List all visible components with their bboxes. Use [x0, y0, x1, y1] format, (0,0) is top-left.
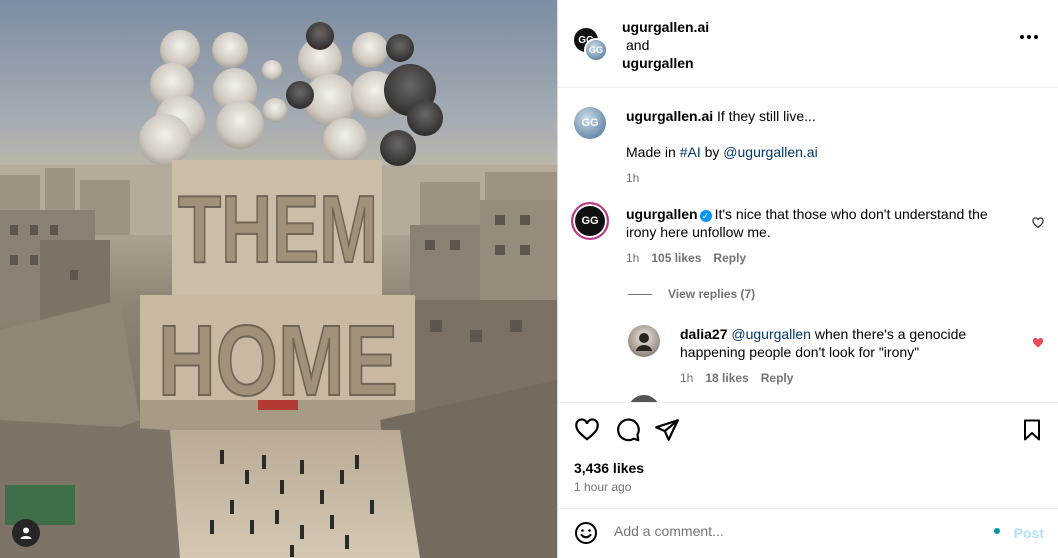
view-replies-label: View replies (7)	[668, 287, 756, 301]
reply-button[interactable]: Reply	[713, 249, 746, 267]
avatar-initials: GG	[581, 117, 599, 129]
conjunction: and	[626, 37, 650, 53]
comment-meta: 1h 18 likes Reply	[680, 369, 980, 387]
timestamp[interactable]: 1h	[680, 369, 693, 387]
person-icon	[20, 527, 32, 539]
post-comment-button[interactable]: Post	[1014, 525, 1044, 541]
like-heart-icon[interactable]	[574, 417, 600, 443]
mention-link[interactable]: @ugurgallen	[731, 326, 811, 342]
comment-likes[interactable]: 18 likes	[705, 369, 748, 387]
overlay-text-top: THEM	[178, 176, 378, 283]
comment-bubble-icon[interactable]	[615, 417, 641, 443]
caption-meta: 1h	[626, 169, 996, 187]
view-replies-button[interactable]: View replies (7)	[628, 287, 755, 301]
reply-comment: dalia27 @ugurgallen when there's a genoc…	[628, 325, 1044, 385]
add-comment-bar: Post	[558, 508, 1058, 558]
likes-count[interactable]: 3,436 likes	[574, 460, 644, 476]
post-header: GG GG ugurgallen.ai and ugurgallen	[558, 0, 1058, 88]
more-options-button[interactable]	[1020, 35, 1038, 39]
avatar[interactable]: GG	[574, 107, 606, 139]
status-dot-icon	[994, 528, 1000, 534]
mention-link[interactable]: @ugurgallen.ai	[723, 144, 817, 160]
username-link[interactable]: dalia27	[680, 326, 727, 342]
caption-body: ugurgallen.ai If they still live... Made…	[626, 107, 996, 187]
comment: GG ugurgallen ✓ It's nice that those who d…	[571, 202, 1044, 275]
caption: GG ugurgallen.ai If they still live... M…	[574, 107, 1044, 187]
post-details-panel: GG GG ugurgallen.ai and ugurgallen GG ug…	[557, 0, 1058, 558]
share-paper-plane-icon[interactable]	[654, 417, 680, 443]
caption-text: by	[704, 144, 720, 160]
caption-text: If they still live...	[717, 108, 816, 124]
verified-badge-icon: ✓	[699, 210, 712, 222]
username-link[interactable]: ugurgallen.ai	[626, 108, 713, 124]
collab-names: ugurgallen.ai and ugurgallen	[622, 18, 709, 72]
comment-body: dalia27 @ugurgallen when there's a genoc…	[680, 325, 980, 387]
avatar[interactable]: GG	[584, 38, 608, 62]
post-time[interactable]: 1 hour ago	[574, 480, 631, 494]
tagged-users-button[interactable]	[12, 519, 40, 547]
comment-input[interactable]	[614, 523, 954, 539]
dot-icon	[1034, 35, 1038, 39]
timestamp[interactable]: 1h	[626, 249, 639, 267]
collab-avatars[interactable]: GG GG	[574, 28, 610, 64]
hashtag-link[interactable]: #AI	[680, 144, 701, 160]
liked-heart-icon[interactable]	[1032, 337, 1044, 349]
avatar-initials: GG	[581, 215, 599, 227]
dot-icon	[1020, 35, 1024, 39]
caption-text: Made in	[626, 144, 676, 160]
caption-line2: Made in #AI by @ugurgallen.ai	[626, 143, 996, 161]
timestamp[interactable]: 1h	[626, 169, 639, 187]
reply-button[interactable]: Reply	[761, 369, 794, 387]
comment-meta: 1h 105 likes Reply	[626, 249, 996, 267]
username-link[interactable]: ugurgallen.ai	[622, 18, 709, 36]
post-image[interactable]: THEM HOME	[0, 0, 557, 558]
dot-icon	[1027, 35, 1031, 39]
comment-likes[interactable]: 105 likes	[651, 249, 701, 267]
post-actions: 3,436 likes 1 hour ago	[558, 402, 1058, 506]
save-bookmark-icon[interactable]	[1020, 417, 1044, 443]
person-icon	[636, 333, 652, 351]
avatar[interactable]	[628, 325, 660, 357]
like-comment-heart-icon[interactable]	[1032, 217, 1044, 229]
comment-body: ugurgallen ✓ It's nice that those who don'…	[626, 205, 996, 267]
avatar[interactable]: GG	[571, 202, 609, 240]
avatar[interactable]	[628, 395, 660, 402]
username-link[interactable]: ugurgallen	[626, 206, 698, 222]
comments-list[interactable]: GG ugurgallen.ai If they still live... M…	[558, 89, 1058, 402]
destroyed-city-illustration: THEM HOME	[0, 22, 557, 558]
avatar-initials: GG	[588, 45, 603, 55]
username-link[interactable]: ugurgallen	[622, 54, 709, 72]
overlay-text-bottom: HOME	[158, 305, 398, 417]
divider	[628, 293, 652, 295]
emoji-smiley-icon[interactable]	[574, 521, 598, 545]
